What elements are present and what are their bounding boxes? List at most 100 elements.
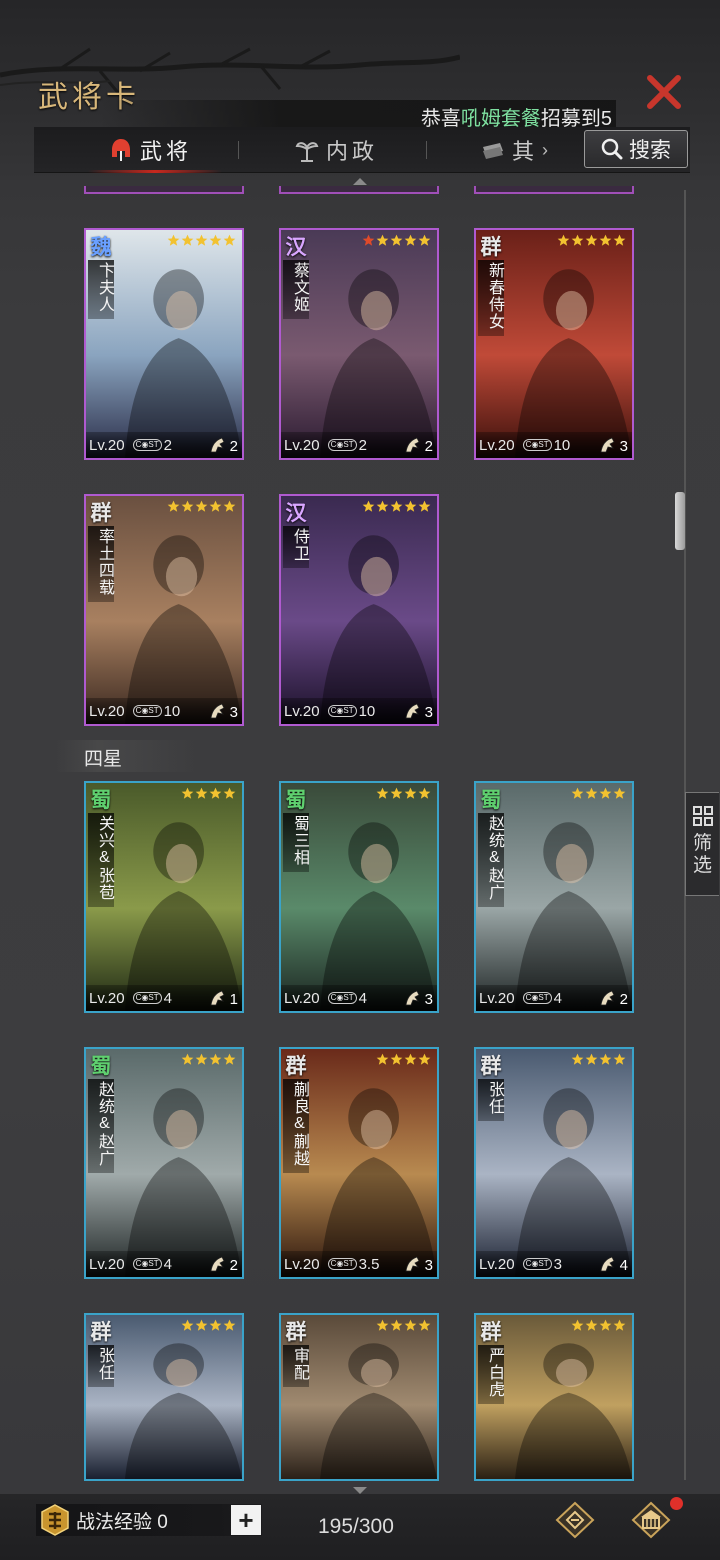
general-card[interactable]: 汉侍卫 Lv.20 C◉ST 10 3 (279, 494, 439, 726)
faction-badge: 蜀 (285, 787, 307, 812)
tab-other[interactable]: 其 › (480, 127, 552, 173)
star-icon (390, 1053, 403, 1065)
level-text: Lv.20 (284, 989, 320, 1007)
tab-general-label: 武将 (140, 139, 193, 164)
grid-icon (692, 806, 713, 826)
search-label: 搜索 (629, 139, 671, 162)
star-icon (404, 234, 417, 246)
close-icon[interactable] (644, 72, 684, 112)
star-icon (571, 234, 584, 246)
general-card[interactable]: 汉蔡文姬 Lv.20 C◉ST 2 2 (279, 228, 439, 460)
star-icon (376, 234, 389, 246)
star-rating (181, 787, 236, 800)
broadcast-marquee: 恭喜吼姆套餐招募到5 (100, 100, 616, 128)
troop-type-icon (405, 1256, 420, 1272)
general-name: 张任 (478, 1079, 504, 1121)
general-name: 侍卫 (283, 526, 309, 568)
star-icon (613, 1053, 626, 1065)
general-name: 卞夫人 (88, 260, 114, 319)
troop-type-number: 2 (229, 1257, 238, 1274)
troop-type-number: 3 (424, 991, 433, 1008)
cost-value: 4 (358, 989, 367, 1007)
star-icon (585, 1319, 598, 1331)
general-card[interactable]: 群蒯良&蒯越 Lv.20 C◉ST 3.5 3 (279, 1047, 439, 1279)
general-card[interactable]: 群张任 Lv.20 C◉ST 3 4 (474, 1047, 634, 1279)
plant-icon (295, 142, 319, 162)
scroll-up-arrow-icon[interactable] (352, 176, 368, 186)
faction-badge: 群 (90, 500, 112, 525)
troop-type-icon (405, 437, 420, 453)
star-icon (404, 787, 417, 799)
general-card[interactable]: 群新春侍女 Lv.20 C◉ST 10 3 (474, 228, 634, 460)
filter-button[interactable]: 筛选 (685, 792, 719, 896)
general-card[interactable]: 群审配 (279, 1313, 439, 1481)
star-icon (167, 234, 180, 246)
star-icon (223, 500, 236, 512)
troop-type-icon (600, 990, 615, 1006)
partial-card[interactable] (474, 186, 634, 194)
faction-badge: 汉 (285, 234, 307, 259)
general-card[interactable]: 蜀蜀三相 Lv.20 C◉ST 4 3 (279, 781, 439, 1013)
tab-interior-label: 内政 (326, 139, 379, 164)
partial-card[interactable] (279, 186, 439, 194)
general-card[interactable]: 群张任 (84, 1313, 244, 1481)
star-rating (571, 1319, 626, 1332)
star-icon (599, 1053, 612, 1065)
tab-separator (238, 141, 239, 159)
star-icon (195, 1319, 208, 1331)
general-card[interactable]: 魏卞夫人 Lv.20 C◉ST 2 2 (84, 228, 244, 460)
level-text: Lv.20 (284, 1255, 320, 1273)
star-icon (390, 1319, 403, 1331)
search-button[interactable]: 搜索 (584, 130, 688, 168)
star-icon (209, 500, 222, 512)
scroll-thumb[interactable] (675, 492, 685, 550)
cost-icon: C◉ST (327, 1258, 357, 1270)
tab-other-label: 其 (512, 139, 539, 164)
batch-action-icon[interactable] (552, 1500, 598, 1540)
level-text: Lv.20 (479, 989, 515, 1007)
cost-icon: C◉ST (522, 439, 552, 451)
cost-value: 10 (553, 436, 571, 454)
star-rating (181, 1319, 236, 1332)
star-icon (571, 1319, 584, 1331)
faction-badge: 群 (480, 234, 502, 259)
partial-card[interactable] (84, 186, 244, 194)
general-card[interactable]: 蜀赵统&赵广 Lv.20 C◉ST 4 2 (474, 781, 634, 1013)
tab-general[interactable]: 武将 (87, 127, 223, 173)
star-icon (223, 787, 236, 799)
level-text: Lv.20 (89, 702, 125, 720)
star-icon (362, 234, 375, 246)
star-rating (376, 1319, 431, 1332)
general-card[interactable]: 蜀赵统&赵广 Lv.20 C◉ST 4 2 (84, 1047, 244, 1279)
tab-interior[interactable]: 内政 (294, 127, 378, 173)
troop-type-icon (405, 703, 420, 719)
troop-type-icon (210, 1256, 225, 1272)
recruit-hall-icon[interactable] (628, 1500, 674, 1540)
star-icon (404, 500, 417, 512)
faction-badge: 蜀 (480, 787, 502, 812)
level-text: Lv.20 (479, 1255, 515, 1273)
star-icon (195, 234, 208, 246)
general-card[interactable]: 群严白虎 (474, 1313, 634, 1481)
star-icon (209, 787, 222, 799)
cost-icon: C◉ST (327, 992, 357, 1004)
level-text: Lv.20 (89, 436, 125, 454)
star-icon (418, 1319, 431, 1331)
faction-badge: 魏 (90, 234, 112, 259)
header: 武将卡 恭喜吼姆套餐招募到5 武将 内政 其 › 搜索 (0, 0, 720, 180)
level-text: Lv.20 (89, 1255, 125, 1273)
star-icon (390, 500, 403, 512)
cost-value: 4 (163, 989, 172, 1007)
general-name: 赵统&赵广 (88, 1079, 114, 1173)
general-card[interactable]: 蜀关兴&张苞 Lv.20 C◉ST 4 1 (84, 781, 244, 1013)
star-icon (181, 234, 194, 246)
star-icon (390, 787, 403, 799)
star-icon (571, 1053, 584, 1065)
general-card[interactable]: 群率土四载 Lv.20 C◉ST 10 3 (84, 494, 244, 726)
tab-more-chevron-icon: › (542, 139, 553, 160)
cost-value: 4 (163, 1255, 172, 1273)
tactic-exp-text: 战法经验 0 (76, 1511, 168, 1533)
star-icon (585, 1053, 598, 1065)
add-exp-button[interactable]: + (231, 1505, 261, 1535)
troop-type-number: 2 (619, 991, 628, 1008)
